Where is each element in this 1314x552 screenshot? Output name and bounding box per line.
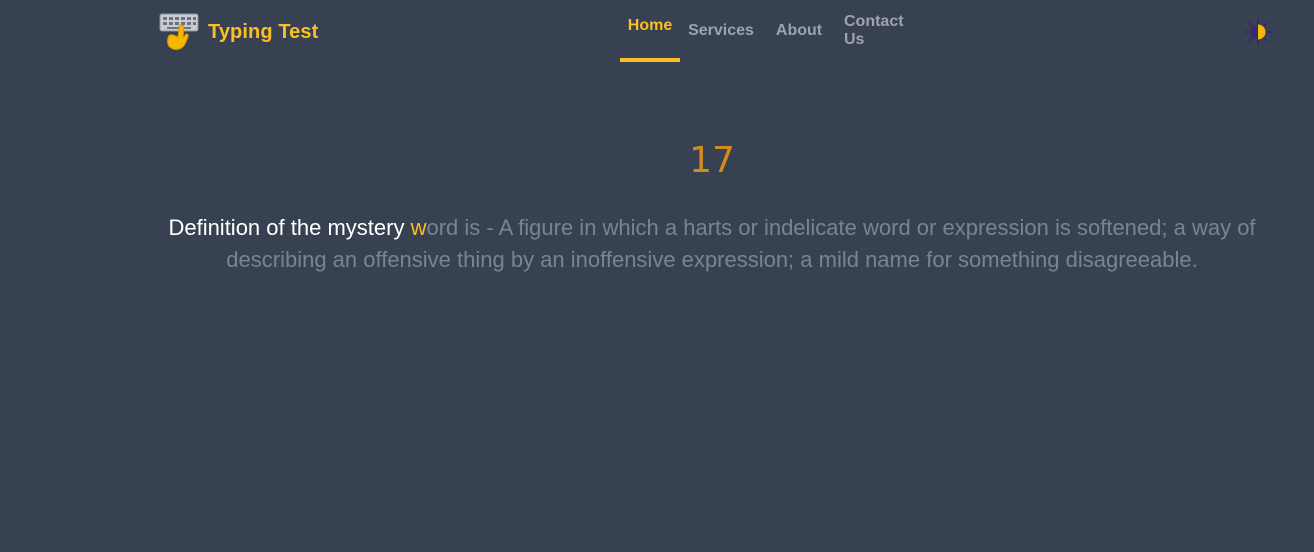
countdown-timer: 17 bbox=[689, 140, 735, 181]
nav-item-services[interactable]: Services bbox=[680, 0, 762, 62]
typing-paragraph[interactable]: Definition of the mystery word is - A fi… bbox=[150, 212, 1274, 276]
nav-item-about[interactable]: About bbox=[762, 0, 836, 62]
keyboard-hand-icon bbox=[158, 12, 202, 52]
header: Typing Test Home Services About Contact … bbox=[0, 0, 1314, 62]
main-nav: Home Services About Contact Us bbox=[620, 0, 936, 62]
nav-item-label: Contact Us bbox=[844, 13, 904, 48]
current-character: w bbox=[410, 215, 427, 240]
typing-test-page: Typing Test Home Services About Contact … bbox=[0, 0, 1314, 552]
nav-item-home[interactable]: Home bbox=[620, 0, 680, 62]
nav-item-label: Services bbox=[688, 22, 754, 39]
theme-toggle-button[interactable] bbox=[1243, 17, 1273, 47]
brand[interactable]: Typing Test bbox=[158, 12, 318, 52]
nav-item-contact-us[interactable]: Contact Us bbox=[836, 0, 936, 62]
nav-item-label: Home bbox=[627, 17, 673, 34]
half-sun-icon bbox=[1244, 18, 1272, 46]
brand-title: Typing Test bbox=[208, 20, 319, 43]
nav-item-label: About bbox=[775, 22, 823, 39]
typed-text: Definition of the mystery bbox=[168, 215, 411, 240]
